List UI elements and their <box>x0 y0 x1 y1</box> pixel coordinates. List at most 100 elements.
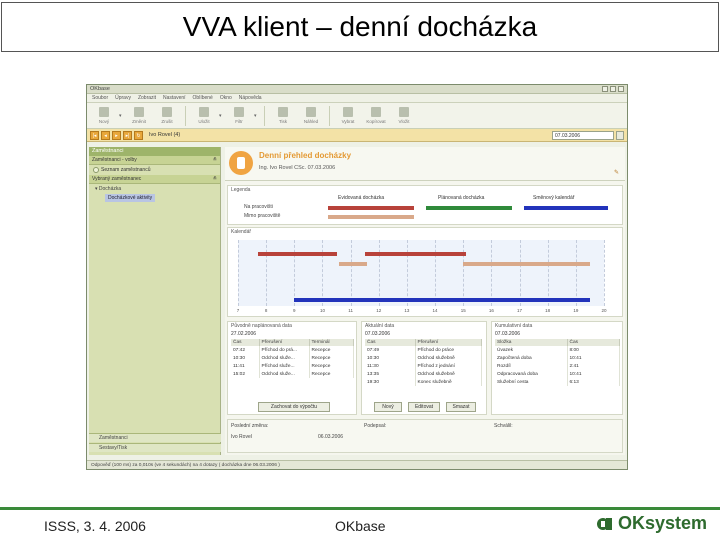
table-row[interactable]: Rozdíl 2:41 <box>495 362 620 370</box>
tick-label: 19 <box>573 308 579 313</box>
chevron-down-icon[interactable] <box>616 130 624 140</box>
last-change-date: 06.03.2006 <box>318 434 344 440</box>
refresh-button[interactable]: ↻ <box>134 130 143 140</box>
collapse-icon[interactable]: ≚ <box>213 156 217 164</box>
first-record-button[interactable]: |◂ <box>90 130 99 140</box>
column-header[interactable]: Přerušení <box>259 339 310 346</box>
select-button[interactable]: Vybrat <box>335 107 361 124</box>
column-header[interactable]: Čas <box>365 339 416 346</box>
table-row[interactable]: 19:30 Konec služebně <box>365 378 482 386</box>
table-row[interactable]: 10:30 Odchod služe... Recepce <box>231 354 354 362</box>
menu-item-oblibene[interactable]: Oblíbené <box>193 95 213 101</box>
table-row[interactable]: Služební cesta 6:13 <box>495 378 620 386</box>
table-row[interactable]: 11:30 Příchod z jednání <box>365 362 482 370</box>
copy-button[interactable]: Kopírovat <box>363 107 389 124</box>
timeline-bar <box>257 252 337 256</box>
table-row[interactable]: Úvazek 8:00 <box>495 346 620 354</box>
pencil-icon[interactable]: ✎ <box>614 169 619 176</box>
page-subtitle: Ing. Ivo Rovel CSc. 07.03.2006 <box>259 165 336 171</box>
main-header: Denní přehled docházky Ing. Ivo Rovel CS… <box>225 147 625 181</box>
new-icon <box>99 107 109 117</box>
print-button[interactable]: Tisk <box>270 107 296 124</box>
maximize-icon[interactable] <box>610 86 616 92</box>
menu-item-zobrazit[interactable]: Zobrazit <box>138 95 156 101</box>
toolbar-divider <box>329 105 330 126</box>
tick-label: 15 <box>460 308 466 313</box>
table-row[interactable]: Započtená doba 10:41 <box>495 354 620 362</box>
prev-record-button[interactable]: ◂ <box>101 130 110 140</box>
sidebar-section-volby[interactable]: Zaměstnanci - volby ≚ <box>89 156 220 165</box>
table-row[interactable]: 07:49 Příchod do práce <box>365 346 482 354</box>
approved-label: Schválil: <box>494 423 513 429</box>
tick-label: 7 <box>236 308 240 313</box>
column-header[interactable]: Přerušení <box>415 339 482 346</box>
chevron-down-icon[interactable]: ▾ <box>254 113 259 119</box>
menu-item-okno[interactable]: Okno <box>220 95 232 101</box>
column-header[interactable]: Terminál <box>309 339 354 346</box>
timeline-plot <box>238 240 605 306</box>
table-row[interactable]: 07:42 Příchod do prá... Recepce <box>231 346 354 354</box>
save-icon <box>199 107 209 117</box>
legend-series-label: Evidovaná docházka <box>338 195 385 201</box>
menu-item-napoveda[interactable]: Nápověda <box>239 95 262 101</box>
edit-button[interactable]: Změnit <box>126 107 152 124</box>
table-row[interactable]: 10:30 Odchod služebně <box>365 354 482 362</box>
panel-date: 07.03.2006 <box>365 331 391 337</box>
tree-item-dochazka[interactable]: ▾ Docházka <box>89 184 220 194</box>
chevron-down-icon[interactable]: ▾ <box>219 113 224 119</box>
legend-panel: Legenda Na pracovišti Mimo pracoviště Ev… <box>227 185 623 225</box>
page-title: Denní přehled docházky <box>259 151 352 160</box>
sidebar-bottom-sestavy[interactable]: Sestavy/Tisk <box>89 443 221 452</box>
preview-button[interactable]: Náhled <box>298 107 324 124</box>
sidebar-item-seznam[interactable]: Seznam zaměstnanců <box>89 165 220 175</box>
signed-label: Podepsal: <box>364 423 387 429</box>
tick-label: 12 <box>376 308 382 313</box>
column-header[interactable]: Složka <box>495 339 568 346</box>
footer-date: ISSS, 3. 4. 2006 <box>44 518 146 534</box>
logo-icon <box>597 517 612 530</box>
table-row[interactable]: Odpracovaná doba 10:41 <box>495 370 620 378</box>
column-header[interactable]: Čas <box>231 339 260 346</box>
close-icon[interactable] <box>618 86 624 92</box>
menu-item-upravy[interactable]: Úpravy <box>115 95 131 101</box>
keep-in-calculation-button[interactable]: Zachovat do výpočtu <box>258 402 330 412</box>
tree-item-aktivity[interactable]: Docházkové aktivity <box>105 194 156 202</box>
current-data-panel: Aktuální data 07.03.2006 Čas Přerušení 0… <box>361 321 487 415</box>
sidebar-section-vybrany[interactable]: Vybraný zaměstnanec ≚ <box>89 175 220 184</box>
table-header-row: Čas Přerušení Terminál <box>231 339 354 346</box>
new-entry-button[interactable]: Nový <box>374 402 402 412</box>
last-record-button[interactable]: ▸| <box>123 130 132 140</box>
minimize-icon[interactable] <box>602 86 608 92</box>
edit-icon <box>134 107 144 117</box>
last-change-user: Ivo Rovel <box>231 434 252 440</box>
footer-center: OKbase <box>335 518 386 534</box>
table-row[interactable]: 13:35 Odchod služebně <box>365 370 482 378</box>
menu-item-soubor[interactable]: Soubor <box>92 95 108 101</box>
menu-item-nastaveni[interactable]: Nastavení <box>163 95 186 101</box>
sidebar-bottom-zamestnanci[interactable]: Zaměstnanci <box>89 433 221 442</box>
collapse-icon[interactable]: ≚ <box>213 175 217 183</box>
tick-label: 18 <box>545 308 551 313</box>
tick-label: 8 <box>264 308 268 313</box>
gridline <box>406 240 408 306</box>
date-field[interactable]: 07.03.2006 <box>552 130 614 140</box>
table-row[interactable]: 11:41 Příchod služe... Recepce <box>231 362 354 370</box>
record-navigator: |◂ ◂ ▸ ▸| ↻ Ivo Rovel (4) 07.03.2006 <box>87 129 627 174</box>
table-row[interactable]: 15:02 Odchod služe... Recepce <box>231 370 354 378</box>
column-header[interactable]: Čas <box>567 339 620 346</box>
tick-label: 11 <box>348 308 353 313</box>
sidebar: Zaměstnanci Zaměstnanci - volby ≚ Seznam … <box>89 147 221 455</box>
edit-entry-button[interactable]: Editovat <box>408 402 440 412</box>
legend-series-label: Směnový kalendář <box>533 195 575 201</box>
delete-entry-button[interactable]: Smazat <box>446 402 476 412</box>
paste-button[interactable]: Vložit <box>391 107 417 124</box>
save-button[interactable]: Uložit <box>191 107 217 124</box>
main-panel: Denní přehled docházky Ing. Ivo Rovel CS… <box>225 147 625 455</box>
new-button[interactable]: Nový <box>91 107 117 124</box>
filter-button[interactable]: Filtr <box>226 107 252 124</box>
logo-text: OKsystem <box>618 513 708 533</box>
date-picker: 07.03.2006 <box>89 130 624 174</box>
next-record-button[interactable]: ▸ <box>112 130 121 140</box>
delete-button[interactable]: Zrušit <box>154 107 180 124</box>
chevron-down-icon[interactable]: ▾ <box>119 113 124 119</box>
